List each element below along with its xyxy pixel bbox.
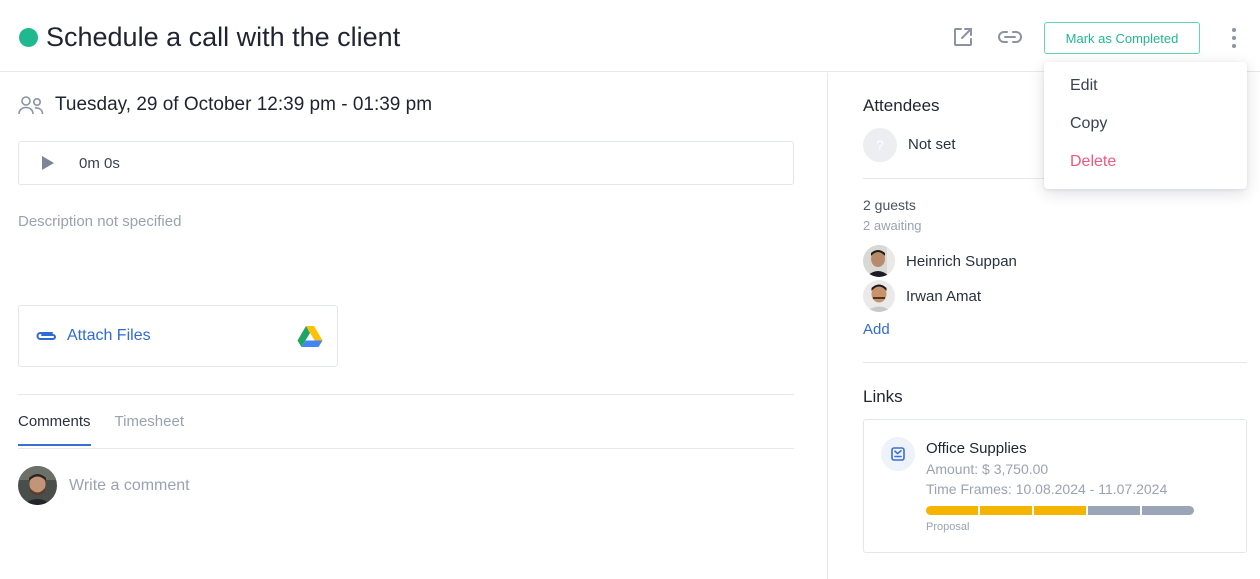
open-external-icon[interactable] <box>950 24 976 50</box>
avatar <box>863 280 895 312</box>
deal-title: Office Supplies <box>926 440 1027 457</box>
task-details: Tuesday, 29 of October 12:39 pm - 01:39 … <box>0 73 828 579</box>
unset-avatar-icon: ? <box>863 128 897 162</box>
more-options-menu: Edit Copy Delete <box>1044 62 1247 189</box>
deal-time-frames: Time Frames: 10.08.2024 - 11.07.2024 <box>926 481 1168 497</box>
guest-item[interactable]: Heinrich Suppan <box>863 245 1017 277</box>
attach-files-label: Attach Files <box>67 327 151 344</box>
stage-segment <box>1088 506 1140 515</box>
menu-item-edit[interactable]: Edit <box>1070 77 1098 95</box>
guest-name: Heinrich Suppan <box>906 252 1017 270</box>
add-guest-link[interactable]: Add <box>863 321 890 338</box>
page-title: Schedule a call with the client <box>46 22 401 52</box>
links-heading: Links <box>863 387 903 406</box>
menu-item-delete[interactable]: Delete <box>1070 153 1116 171</box>
tab-comments[interactable]: Comments <box>18 413 91 446</box>
guest-item[interactable]: Irwan Amat <box>863 280 981 312</box>
event-datetime-text: Tuesday, 29 of October 12:39 pm - 01:39 … <box>55 94 433 115</box>
deal-checkbox-icon <box>881 437 915 471</box>
link-icon[interactable] <box>997 24 1023 50</box>
recording-player: 0m 0s <box>18 141 794 185</box>
guest-name: Irwan Amat <box>906 287 982 305</box>
menu-item-copy[interactable]: Copy <box>1070 115 1107 133</box>
attendees-heading: Attendees <box>863 96 940 115</box>
avatar <box>18 466 57 505</box>
recording-time: 0m 0s <box>79 154 120 172</box>
linked-deal-card[interactable]: Office Supplies Amount: $ 3,750.00 Time … <box>863 419 1247 553</box>
description[interactable]: Description not specified <box>18 213 181 230</box>
event-datetime: Tuesday, 29 of October 12:39 pm - 01:39 … <box>18 93 432 117</box>
status-dot <box>19 28 38 47</box>
guests-awaiting: 2 awaiting <box>863 218 922 233</box>
tabs: Comments Timesheet <box>18 413 208 446</box>
stage-segment <box>1142 506 1194 515</box>
tabs-divider <box>18 448 794 449</box>
mark-completed-button[interactable]: Mark as Completed <box>1044 22 1200 54</box>
google-drive-icon[interactable] <box>297 325 323 347</box>
attendee-not-set[interactable]: Not set <box>908 136 956 153</box>
stage-segment <box>926 506 978 515</box>
stage-segment <box>1034 506 1086 515</box>
play-icon[interactable] <box>39 154 57 172</box>
comment-composer <box>18 466 669 505</box>
stage-segment <box>980 506 1032 515</box>
avatar <box>863 245 895 277</box>
deal-stage-label: Proposal <box>926 521 970 533</box>
people-icon <box>18 96 44 115</box>
comment-input[interactable] <box>69 476 669 495</box>
deal-amount: Amount: $ 3,750.00 <box>926 461 1049 477</box>
attach-files-button[interactable]: Attach Files <box>18 305 338 367</box>
more-options-icon[interactable] <box>1224 26 1244 50</box>
deal-stage-progress <box>926 506 1196 515</box>
tab-timesheet[interactable]: Timesheet <box>115 413 184 446</box>
divider <box>863 362 1247 363</box>
guests-count: 2 guests <box>863 197 916 213</box>
divider <box>18 394 794 395</box>
paperclip-icon <box>36 332 56 340</box>
